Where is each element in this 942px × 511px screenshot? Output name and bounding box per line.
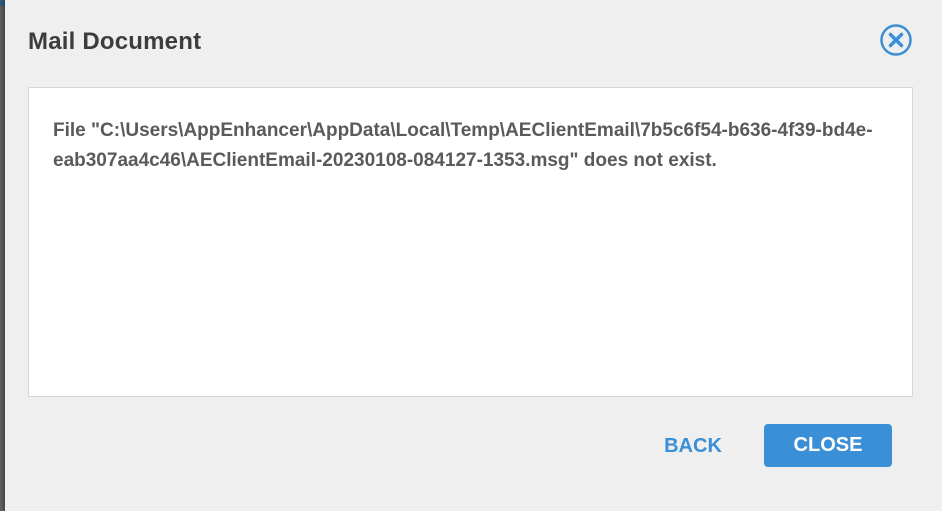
error-message: File "C:\Users\AppEnhancer\AppData\Local… — [53, 120, 873, 171]
mail-document-dialog: Mail Document File "C:\Users\AppEnhancer… — [5, 0, 942, 511]
message-panel: File "C:\Users\AppEnhancer\AppData\Local… — [28, 87, 913, 397]
close-button[interactable]: CLOSE — [764, 424, 892, 467]
back-button[interactable]: BACK — [653, 425, 733, 467]
close-circle-icon[interactable] — [880, 24, 912, 56]
dialog-title: Mail Document — [28, 28, 202, 55]
